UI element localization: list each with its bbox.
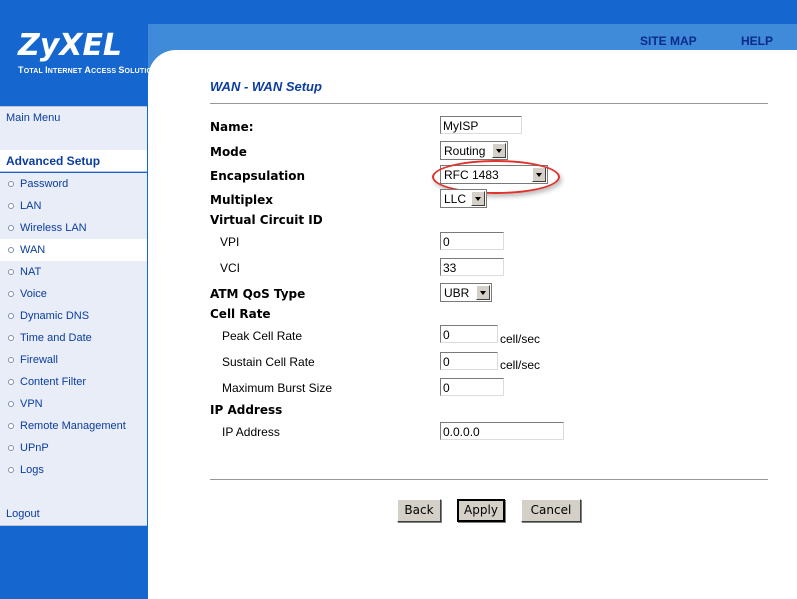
sidebar-item-voice[interactable]: Voice bbox=[0, 283, 147, 306]
bullet-icon bbox=[8, 335, 14, 341]
page-title: WAN - WAN Setup bbox=[210, 79, 322, 94]
sidebar-item-firewall[interactable]: Firewall bbox=[0, 349, 147, 372]
bullet-icon bbox=[8, 467, 14, 473]
sidebar-item-logs[interactable]: Logs bbox=[0, 459, 147, 482]
bullet-icon bbox=[8, 181, 14, 187]
sidebar-item-content-filter[interactable]: Content Filter bbox=[0, 371, 147, 394]
chevron-down-icon[interactable] bbox=[471, 191, 485, 206]
sidebar-item-wan[interactable]: WAN bbox=[0, 239, 147, 262]
sidebar-item-main-menu[interactable]: Main Menu bbox=[0, 106, 147, 130]
top-links-bar bbox=[148, 24, 797, 50]
sidebar-item-wireless-lan[interactable]: Wireless LAN bbox=[0, 217, 147, 240]
multiplex-label: Multiplex bbox=[210, 193, 274, 207]
name-field[interactable]: MyISP bbox=[440, 116, 522, 134]
sidebar-item-label: Firewall bbox=[20, 354, 58, 366]
sustain-cell-rate-field[interactable]: 0 bbox=[440, 352, 498, 370]
ip-address-section-label: IP Address bbox=[210, 403, 283, 417]
chevron-down-icon[interactable] bbox=[476, 285, 490, 300]
sidebar-section-label: Advanced Setup bbox=[6, 154, 101, 168]
atm-qos-type-select[interactable]: UBR bbox=[440, 283, 492, 302]
bullet-icon bbox=[8, 445, 14, 451]
sidebar-item-label: UPnP bbox=[20, 442, 49, 454]
sidebar-item-label: Remote Management bbox=[20, 420, 126, 432]
top-banner bbox=[0, 0, 797, 24]
sidebar-item-logout[interactable]: Logout bbox=[0, 503, 147, 526]
ip-address-field[interactable]: 0.0.0.0 bbox=[440, 422, 564, 440]
mode-select-value: Routing bbox=[444, 144, 486, 158]
cell-rate-label: Cell Rate bbox=[210, 307, 271, 321]
sidebar-section-advanced-setup[interactable]: Advanced Setup bbox=[0, 150, 147, 172]
sustain-cell-rate-label: Sustain Cell Rate bbox=[222, 355, 315, 369]
maximum-burst-size-field[interactable]: 0 bbox=[440, 378, 504, 396]
sidebar-item-label: Logs bbox=[20, 464, 44, 476]
ip-address-label: IP Address bbox=[222, 425, 280, 439]
multiplex-select-value: LLC bbox=[444, 192, 467, 206]
sidebar-item-nat[interactable]: NAT bbox=[0, 261, 147, 284]
sustain-cell-rate-unit: cell/sec bbox=[500, 358, 541, 372]
peak-cell-rate-field[interactable]: 0 bbox=[440, 325, 498, 343]
encapsulation-label: Encapsulation bbox=[210, 169, 306, 183]
bullet-icon bbox=[8, 203, 14, 209]
sidebar-item-vpn[interactable]: VPN bbox=[0, 393, 147, 416]
bullet-icon bbox=[8, 313, 14, 319]
apply-button[interactable]: Apply bbox=[457, 499, 505, 522]
vci-label: VCI bbox=[220, 261, 241, 275]
sidebar-item-label: WAN bbox=[20, 244, 46, 256]
sidebar-item-label: Time and Date bbox=[20, 332, 92, 344]
site-map-link[interactable]: SITE MAP bbox=[640, 34, 697, 48]
sidebar-item-label: Voice bbox=[20, 288, 47, 300]
sidebar-item-label: Content Filter bbox=[20, 376, 87, 388]
sidebar-item-remote-management[interactable]: Remote Management bbox=[0, 415, 147, 438]
peak-cell-rate-unit: cell/sec bbox=[500, 332, 541, 346]
atm-qos-type-label: ATM QoS Type bbox=[210, 287, 306, 301]
mode-select[interactable]: Routing bbox=[440, 141, 508, 160]
sidebar: Main Menu Advanced Setup Password LAN Wi… bbox=[0, 80, 148, 599]
sidebar-item-label: VPN bbox=[20, 398, 43, 410]
bullet-icon bbox=[8, 379, 14, 385]
zyxel-logo: ZyXEL bbox=[18, 28, 123, 63]
bullet-icon bbox=[8, 423, 14, 429]
atm-qos-type-select-value: UBR bbox=[444, 286, 470, 300]
sidebar-item-lan[interactable]: LAN bbox=[0, 195, 147, 218]
multiplex-select[interactable]: LLC bbox=[440, 189, 487, 208]
sidebar-item-label: LAN bbox=[20, 200, 42, 212]
divider bbox=[210, 479, 768, 481]
divider bbox=[210, 103, 768, 105]
help-link[interactable]: HELP bbox=[741, 34, 773, 48]
cancel-button[interactable]: Cancel bbox=[521, 499, 581, 522]
sidebar-spacer bbox=[0, 129, 147, 152]
vpi-field[interactable]: 0 bbox=[440, 232, 504, 250]
sidebar-item-time-and-date[interactable]: Time and Date bbox=[0, 327, 147, 350]
bullet-icon bbox=[8, 247, 14, 253]
sidebar-item-label: Logout bbox=[6, 508, 40, 520]
sidebar-spacer bbox=[0, 481, 147, 504]
mode-label: Mode bbox=[210, 145, 247, 159]
peak-cell-rate-label: Peak Cell Rate bbox=[222, 329, 303, 343]
name-label: Name: bbox=[210, 120, 254, 134]
sidebar-item-label: Wireless LAN bbox=[20, 222, 87, 234]
sidebar-item-label: NAT bbox=[20, 266, 42, 278]
maximum-burst-size-label: Maximum Burst Size bbox=[222, 381, 333, 395]
sidebar-item-label: Dynamic DNS bbox=[20, 310, 90, 322]
vpi-label: VPI bbox=[220, 235, 240, 249]
logo-tagline: Total Internet Access Solution bbox=[18, 65, 158, 75]
bullet-icon bbox=[8, 401, 14, 407]
sidebar-item-upnp[interactable]: UPnP bbox=[0, 437, 147, 460]
back-button[interactable]: Back bbox=[397, 499, 441, 522]
virtual-circuit-id-label: Virtual Circuit ID bbox=[210, 213, 323, 227]
bullet-icon bbox=[8, 291, 14, 297]
sidebar-item-label: Main Menu bbox=[6, 112, 61, 124]
vci-field[interactable]: 33 bbox=[440, 258, 504, 276]
bullet-icon bbox=[8, 269, 14, 275]
sidebar-item-dynamic-dns[interactable]: Dynamic DNS bbox=[0, 305, 147, 328]
sidebar-item-password[interactable]: Password bbox=[0, 173, 147, 196]
bullet-icon bbox=[8, 357, 14, 363]
chevron-down-icon[interactable] bbox=[492, 143, 506, 158]
sidebar-item-label: Password bbox=[20, 178, 69, 190]
bullet-icon bbox=[8, 225, 14, 231]
